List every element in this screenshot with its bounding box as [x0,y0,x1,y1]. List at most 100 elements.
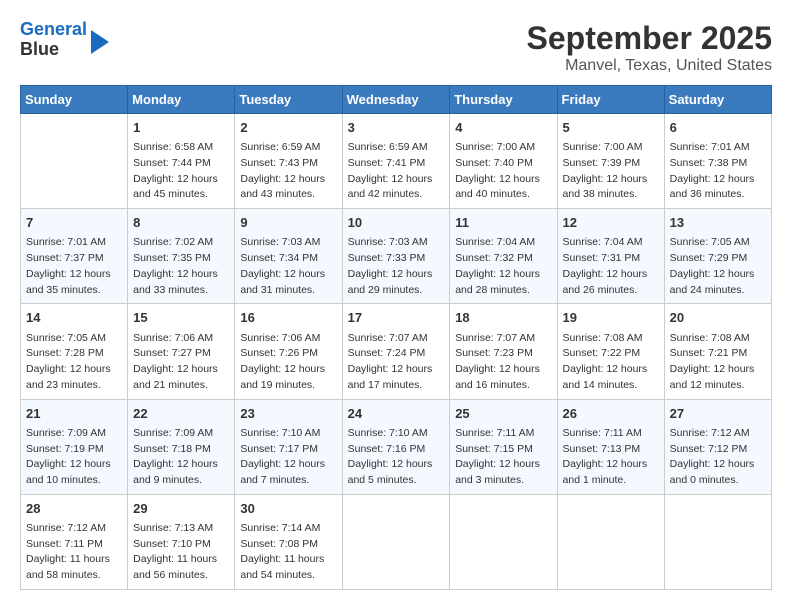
calendar-cell: 24 Sunrise: 7:10 AMSunset: 7:16 PMDayligh… [342,399,450,494]
day-info: Sunrise: 6:58 AMSunset: 7:44 PMDaylight:… [133,140,229,203]
calendar-cell: 22 Sunrise: 7:09 AMSunset: 7:18 PMDayligh… [128,399,235,494]
calendar-cell: 12Sunrise: 7:04 AMSunset: 7:31 PMDayligh… [557,209,664,304]
day-number: 27 [670,405,766,423]
col-header-wednesday: Wednesday [342,86,450,114]
calendar-cell: 13Sunrise: 7:05 AMSunset: 7:29 PMDayligh… [664,209,771,304]
day-info: Sunrise: 7:01 AMSunset: 7:38 PMDaylight:… [670,140,766,203]
day-number: 16 [240,309,336,327]
day-number: 3 [348,119,445,137]
page-title: September 2025 [527,20,772,57]
day-number: 9 [240,214,336,232]
day-info: Sunrise: 7:05 AMSunset: 7:29 PMDaylight:… [670,235,766,298]
calendar-cell: 16 Sunrise: 7:06 AMSunset: 7:26 PMDayligh… [235,304,342,399]
day-number: 23 [240,405,336,423]
page-header: General Blue September 2025 Manvel, Texa… [20,20,772,75]
day-info: Sunrise: 6:59 AMSunset: 7:41 PMDaylight:… [348,140,445,203]
calendar-cell: 10 Sunrise: 7:03 AMSunset: 7:33 PMDayligh… [342,209,450,304]
day-number: 7 [26,214,122,232]
calendar-cell: 11Sunrise: 7:04 AMSunset: 7:32 PMDayligh… [450,209,557,304]
calendar-cell: 1 Sunrise: 6:58 AMSunset: 7:44 PMDaylight… [128,114,235,209]
calendar-cell: 23 Sunrise: 7:10 AMSunset: 7:17 PMDayligh… [235,399,342,494]
day-number: 19 [563,309,659,327]
calendar-cell: 18 Sunrise: 7:07 AMSunset: 7:23 PMDayligh… [450,304,557,399]
day-info: Sunrise: 7:09 AMSunset: 7:18 PMDaylight:… [133,426,229,489]
col-header-monday: Monday [128,86,235,114]
calendar-cell: 29Sunrise: 7:13 AMSunset: 7:10 PMDayligh… [128,494,235,589]
col-header-friday: Friday [557,86,664,114]
calendar-cell: 14 Sunrise: 7:05 AMSunset: 7:28 PMDayligh… [21,304,128,399]
day-info: Sunrise: 7:11 AMSunset: 7:13 PMDaylight:… [563,426,659,489]
calendar-cell [450,494,557,589]
day-number: 20 [670,309,766,327]
col-header-thursday: Thursday [450,86,557,114]
day-number: 2 [240,119,336,137]
calendar-header: SundayMondayTuesdayWednesdayThursdayFrid… [21,86,772,114]
calendar-cell: 25 Sunrise: 7:11 AMSunset: 7:15 PMDayligh… [450,399,557,494]
day-number: 8 [133,214,229,232]
calendar-week-row: 14 Sunrise: 7:05 AMSunset: 7:28 PMDayligh… [21,304,772,399]
calendar-cell: 26 Sunrise: 7:11 AMSunset: 7:13 PMDayligh… [557,399,664,494]
day-info: Sunrise: 7:08 AMSunset: 7:22 PMDaylight:… [563,331,659,394]
calendar-week-row: 1 Sunrise: 6:58 AMSunset: 7:44 PMDaylight… [21,114,772,209]
page-subtitle: Manvel, Texas, United States [527,57,772,75]
day-info: Sunrise: 7:04 AMSunset: 7:32 PMDaylight:… [455,235,551,298]
day-number: 26 [563,405,659,423]
day-info: Sunrise: 7:03 AMSunset: 7:33 PMDaylight:… [348,235,445,298]
calendar-cell [342,494,450,589]
day-info: Sunrise: 7:09 AMSunset: 7:19 PMDaylight:… [26,426,122,489]
day-info: Sunrise: 7:02 AMSunset: 7:35 PMDaylight:… [133,235,229,298]
calendar-cell [21,114,128,209]
calendar-cell: 19 Sunrise: 7:08 AMSunset: 7:22 PMDayligh… [557,304,664,399]
day-number: 17 [348,309,445,327]
calendar-week-row: 28 Sunrise: 7:12 AMSunset: 7:11 PMDayligh… [21,494,772,589]
day-info: Sunrise: 7:03 AMSunset: 7:34 PMDaylight:… [240,235,336,298]
day-number: 22 [133,405,229,423]
day-info: Sunrise: 7:12 AMSunset: 7:11 PMDaylight:… [26,521,122,584]
day-number: 15 [133,309,229,327]
calendar-cell: 28 Sunrise: 7:12 AMSunset: 7:11 PMDayligh… [21,494,128,589]
day-info: Sunrise: 7:11 AMSunset: 7:15 PMDaylight:… [455,426,551,489]
day-info: Sunrise: 6:59 AMSunset: 7:43 PMDaylight:… [240,140,336,203]
day-info: Sunrise: 7:00 AMSunset: 7:40 PMDaylight:… [455,140,551,203]
calendar-cell: 3 Sunrise: 6:59 AMSunset: 7:41 PMDaylight… [342,114,450,209]
day-number: 10 [348,214,445,232]
calendar-table: SundayMondayTuesdayWednesdayThursdayFrid… [20,85,772,590]
day-number: 14 [26,309,122,327]
logo-text-blue: Blue [20,40,87,60]
calendar-cell: 7 Sunrise: 7:01 AMSunset: 7:37 PMDaylight… [21,209,128,304]
calendar-cell [664,494,771,589]
day-info: Sunrise: 7:07 AMSunset: 7:23 PMDaylight:… [455,331,551,394]
day-number: 1 [133,119,229,137]
day-info: Sunrise: 7:05 AMSunset: 7:28 PMDaylight:… [26,331,122,394]
day-number: 21 [26,405,122,423]
day-number: 29 [133,500,229,518]
logo-text-general: General [20,19,87,39]
day-info: Sunrise: 7:06 AMSunset: 7:26 PMDaylight:… [240,331,336,394]
calendar-cell: 6 Sunrise: 7:01 AMSunset: 7:38 PMDaylight… [664,114,771,209]
logo-arrow-icon [91,30,109,54]
day-number: 25 [455,405,551,423]
day-info: Sunrise: 7:04 AMSunset: 7:31 PMDaylight:… [563,235,659,298]
calendar-cell: 21 Sunrise: 7:09 AMSunset: 7:19 PMDayligh… [21,399,128,494]
col-header-saturday: Saturday [664,86,771,114]
calendar-cell [557,494,664,589]
calendar-cell: 20 Sunrise: 7:08 AMSunset: 7:21 PMDayligh… [664,304,771,399]
calendar-cell: 27Sunrise: 7:12 AMSunset: 7:12 PMDayligh… [664,399,771,494]
col-header-sunday: Sunday [21,86,128,114]
day-info: Sunrise: 7:10 AMSunset: 7:16 PMDaylight:… [348,426,445,489]
calendar-cell: 15 Sunrise: 7:06 AMSunset: 7:27 PMDayligh… [128,304,235,399]
day-number: 24 [348,405,445,423]
calendar-cell: 5Sunrise: 7:00 AMSunset: 7:39 PMDaylight… [557,114,664,209]
calendar-week-row: 7 Sunrise: 7:01 AMSunset: 7:37 PMDaylight… [21,209,772,304]
day-info: Sunrise: 7:14 AMSunset: 7:08 PMDaylight:… [240,521,336,584]
day-number: 28 [26,500,122,518]
day-number: 18 [455,309,551,327]
logo: General Blue [20,20,109,60]
calendar-cell: 4Sunrise: 7:00 AMSunset: 7:40 PMDaylight… [450,114,557,209]
day-info: Sunrise: 7:00 AMSunset: 7:39 PMDaylight:… [563,140,659,203]
day-info: Sunrise: 7:01 AMSunset: 7:37 PMDaylight:… [26,235,122,298]
day-info: Sunrise: 7:06 AMSunset: 7:27 PMDaylight:… [133,331,229,394]
day-info: Sunrise: 7:10 AMSunset: 7:17 PMDaylight:… [240,426,336,489]
day-info: Sunrise: 7:08 AMSunset: 7:21 PMDaylight:… [670,331,766,394]
day-number: 6 [670,119,766,137]
